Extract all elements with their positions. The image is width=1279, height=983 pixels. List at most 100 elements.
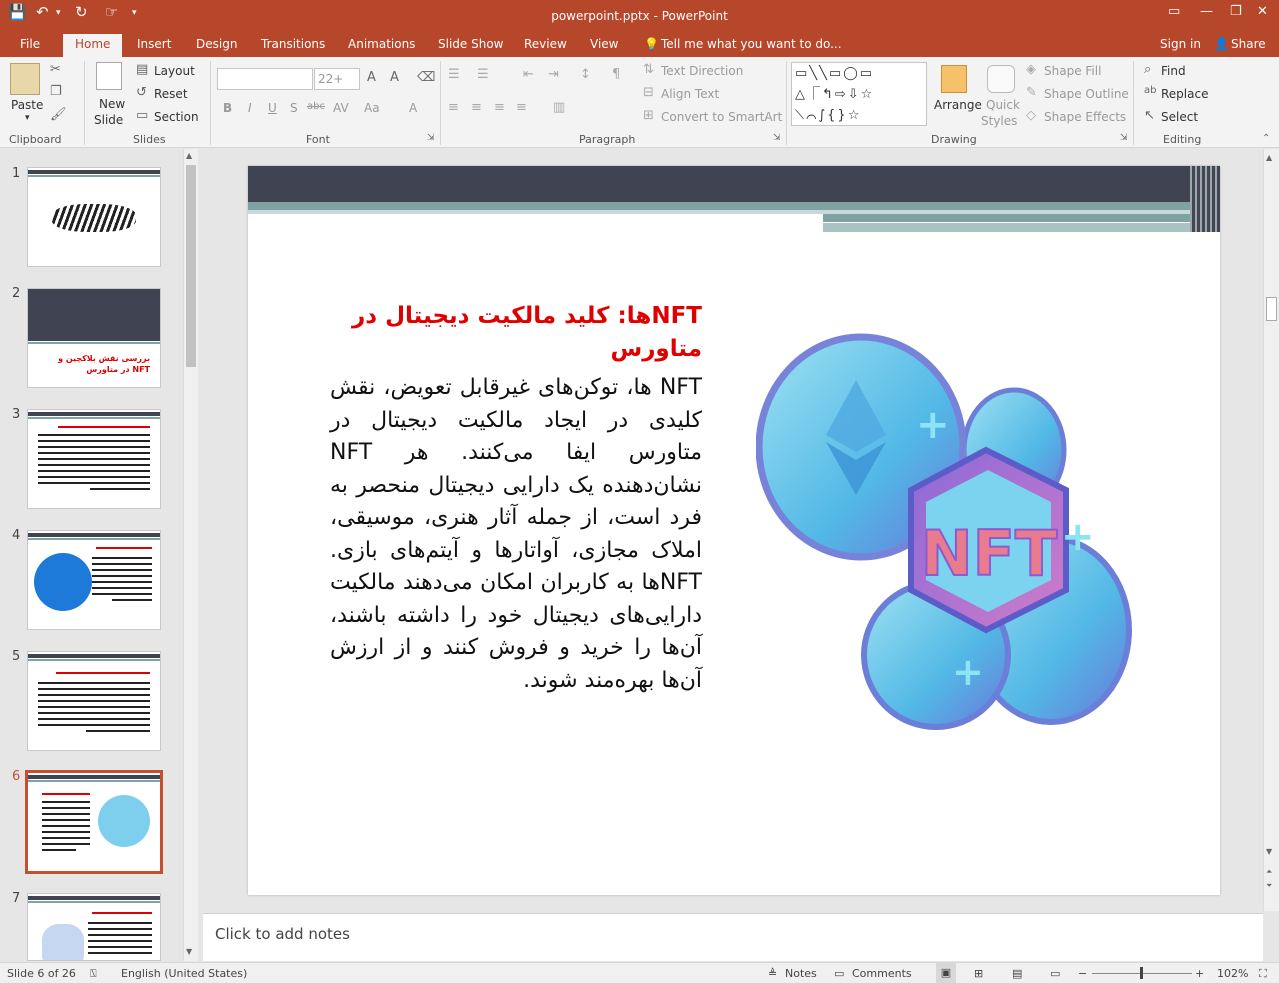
font-name-input[interactable] bbox=[217, 68, 313, 90]
drawing-dialog-launcher-icon[interactable]: ⇲ bbox=[1120, 133, 1128, 143]
arrange-icon[interactable] bbox=[941, 65, 967, 93]
fit-slide-icon[interactable]: ⛶ bbox=[1259, 967, 1267, 981]
tab-file[interactable]: File bbox=[20, 37, 40, 51]
align-center-icon[interactable]: ≡ bbox=[471, 100, 482, 115]
copy-icon[interactable]: ❐ bbox=[50, 84, 62, 99]
slide-thumbnail-1[interactable] bbox=[27, 167, 161, 267]
tab-slide-show[interactable]: Slide Show bbox=[438, 37, 503, 51]
italic-button[interactable]: I bbox=[248, 101, 252, 115]
tab-insert[interactable]: Insert bbox=[137, 37, 171, 51]
slide-thumbnail-2[interactable]: بررسی نقش بلاکچین و NFT در متاورس bbox=[27, 288, 161, 388]
underline-button[interactable]: U bbox=[268, 101, 277, 115]
paragraph-dialog-launcher-icon[interactable]: ⇲ bbox=[773, 133, 781, 143]
replace-button[interactable]: Replace bbox=[1161, 87, 1208, 101]
align-text-button[interactable]: Align Text bbox=[661, 87, 719, 101]
section-button[interactable]: Section bbox=[154, 110, 199, 124]
text-direction-button[interactable]: Text Direction bbox=[661, 64, 743, 78]
justify-icon[interactable]: ≡ bbox=[516, 100, 527, 115]
shapes-gallery[interactable]: ▭╲╲▭◯▭ △⎾↰⇨⇩☆ ⟍⌒∫{}☆ bbox=[791, 62, 927, 126]
cut-icon[interactable]: ✂ bbox=[50, 62, 61, 77]
shape-outline-button[interactable]: Shape Outline bbox=[1044, 87, 1129, 101]
notes-toggle[interactable]: Notes bbox=[785, 967, 817, 980]
quick-styles-label-1[interactable]: Quick bbox=[986, 98, 1020, 112]
thumbnail-scroll-thumb[interactable] bbox=[186, 165, 196, 367]
quick-styles-label-2[interactable]: Styles bbox=[981, 114, 1017, 128]
increase-font-icon[interactable]: A bbox=[367, 70, 376, 85]
rtl-icon[interactable]: ¶ bbox=[612, 67, 620, 82]
reading-view-icon[interactable]: ▤ bbox=[1012, 967, 1022, 980]
align-right-icon[interactable]: ≡ bbox=[494, 100, 505, 115]
scroll-up-icon[interactable]: ▲ bbox=[1266, 153, 1272, 162]
new-slide-label-1[interactable]: New bbox=[99, 97, 125, 111]
language-indicator[interactable]: English (United States) bbox=[121, 967, 247, 980]
slide-scrollbar[interactable]: ▲ ▼ ⏶ ⏷ bbox=[1263, 149, 1279, 911]
slide-thumbnail-5[interactable] bbox=[27, 651, 161, 751]
increase-indent-icon[interactable]: ⇥ bbox=[548, 67, 559, 82]
find-button[interactable]: Find bbox=[1161, 64, 1186, 78]
comments-toggle[interactable]: Comments bbox=[852, 967, 912, 980]
quick-styles-icon[interactable] bbox=[987, 65, 1015, 93]
tab-view[interactable]: View bbox=[590, 37, 618, 51]
sign-in-link[interactable]: Sign in bbox=[1160, 37, 1201, 51]
align-left-icon[interactable]: ≡ bbox=[448, 100, 459, 115]
scroll-up-icon[interactable]: ▲ bbox=[186, 151, 192, 160]
paste-button[interactable]: Paste bbox=[11, 98, 43, 112]
line-spacing-icon[interactable]: ↕ bbox=[580, 67, 591, 82]
close-icon[interactable]: ✕ bbox=[1257, 4, 1268, 19]
columns-icon[interactable]: ▥ bbox=[553, 100, 565, 115]
scroll-down-icon[interactable]: ▼ bbox=[1266, 847, 1272, 856]
tab-home[interactable]: Home bbox=[63, 34, 123, 57]
slide-title[interactable]: NFTها: کلید مالکیت دیجیتال در متاورس bbox=[330, 300, 702, 366]
ribbon-display-icon[interactable]: ▭ bbox=[1168, 4, 1180, 19]
shape-effects-button[interactable]: Shape Effects bbox=[1044, 110, 1126, 124]
strikethrough-button[interactable]: abc bbox=[307, 101, 325, 112]
decrease-indent-icon[interactable]: ⇤ bbox=[523, 67, 534, 82]
bullets-icon[interactable]: ☰ bbox=[448, 67, 460, 82]
zoom-in-icon[interactable]: + bbox=[1195, 967, 1204, 980]
share-button[interactable]: Share bbox=[1231, 37, 1266, 51]
convert-smartart-button[interactable]: Convert to SmartArt bbox=[661, 110, 782, 124]
new-slide-label-2[interactable]: Slide bbox=[94, 113, 123, 127]
reset-button[interactable]: Reset bbox=[154, 87, 188, 101]
nft-coins-image[interactable]: NFT + + + bbox=[755, 330, 1136, 730]
font-color-button[interactable]: A bbox=[409, 101, 417, 115]
font-dialog-launcher-icon[interactable]: ⇲ bbox=[427, 133, 435, 143]
slide-thumbnail-3[interactable] bbox=[27, 409, 161, 509]
clear-formatting-icon[interactable]: ⌫ bbox=[417, 70, 435, 85]
select-button[interactable]: Select bbox=[1161, 110, 1198, 124]
zoom-level[interactable]: 102% bbox=[1217, 967, 1248, 980]
slide-body-text[interactable]: NFT ها، توکن‌های غیرقابل تعویض، نقش کلید… bbox=[330, 372, 702, 697]
font-size-input[interactable]: 22+ bbox=[314, 68, 360, 90]
paste-icon[interactable] bbox=[10, 63, 40, 95]
spell-check-icon[interactable]: ⍂ bbox=[90, 967, 97, 981]
change-case-button[interactable]: Aa bbox=[364, 101, 380, 115]
scroll-down-icon[interactable]: ▼ bbox=[186, 947, 192, 956]
char-spacing-button[interactable]: AV bbox=[333, 101, 349, 115]
decrease-font-icon[interactable]: A bbox=[390, 70, 399, 85]
slide-thumbnail-6[interactable] bbox=[25, 770, 163, 874]
numbering-icon[interactable]: ☰ bbox=[477, 67, 489, 82]
zoom-slider-thumb[interactable] bbox=[1140, 967, 1143, 979]
tab-design[interactable]: Design bbox=[196, 37, 237, 51]
slide-sorter-icon[interactable]: ⊞ bbox=[974, 967, 983, 980]
minimize-icon[interactable]: — bbox=[1200, 4, 1213, 19]
zoom-out-icon[interactable]: − bbox=[1078, 967, 1087, 980]
restore-icon[interactable]: ❐ bbox=[1230, 4, 1242, 19]
bold-button[interactable]: B bbox=[223, 101, 232, 115]
normal-view-icon[interactable]: ▣ bbox=[936, 963, 956, 983]
tab-transitions[interactable]: Transitions bbox=[261, 37, 325, 51]
shadow-button[interactable]: S bbox=[290, 101, 298, 115]
thumbnail-scrollbar[interactable]: ▲ ▼ bbox=[183, 149, 198, 961]
tab-review[interactable]: Review bbox=[524, 37, 567, 51]
paste-dropdown-icon[interactable]: ▾ bbox=[25, 113, 30, 123]
slide-scroll-thumb[interactable] bbox=[1266, 297, 1277, 321]
previous-slide-icon[interactable]: ⏶ bbox=[1266, 867, 1272, 877]
tab-animations[interactable]: Animations bbox=[348, 37, 415, 51]
slide-thumbnail-7[interactable] bbox=[27, 893, 161, 961]
notes-placeholder[interactable]: Click to add notes bbox=[215, 925, 350, 943]
layout-button[interactable]: Layout bbox=[154, 64, 195, 78]
shape-fill-button[interactable]: Shape Fill bbox=[1044, 64, 1101, 78]
tell-me-search[interactable]: Tell me what you want to do... bbox=[661, 37, 842, 51]
notes-pane[interactable]: Click to add notes bbox=[203, 913, 1263, 961]
arrange-button[interactable]: Arrange bbox=[934, 98, 982, 112]
